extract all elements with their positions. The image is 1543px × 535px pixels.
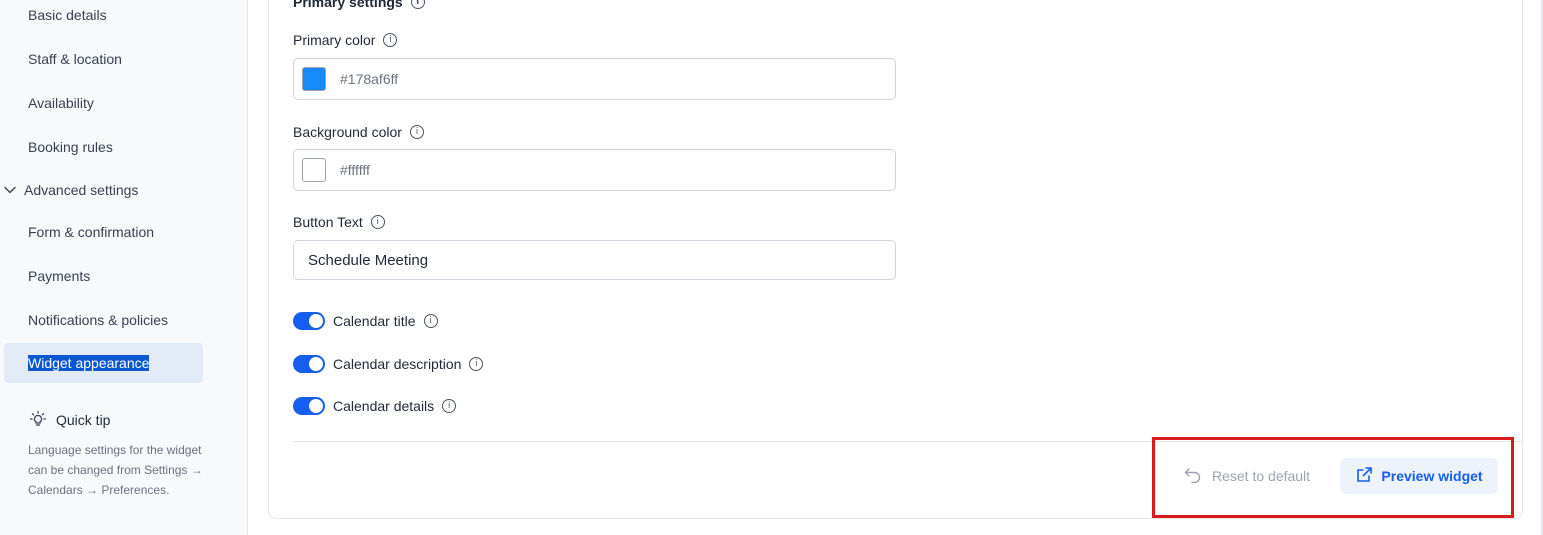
- chevron-down-icon: [0, 186, 20, 194]
- background-color-label: Background color i: [293, 122, 424, 142]
- sidebar-item-booking-rules[interactable]: Booking rules: [4, 127, 203, 167]
- toggle-row-calendar-title: Calendar title i: [293, 311, 438, 331]
- toggle-knob: [309, 357, 323, 371]
- primary-color-field[interactable]: #178af6ff: [293, 58, 896, 100]
- sidebar-item-label: Payments: [28, 268, 91, 284]
- button-text-label: Button Text i: [293, 212, 385, 232]
- preview-label: Preview widget: [1381, 468, 1483, 484]
- sidebar-group-advanced-settings[interactable]: Advanced settings: [0, 178, 138, 202]
- primary-color-label-text: Primary color: [293, 32, 376, 48]
- footer-divider: [293, 441, 1522, 442]
- calendar-details-label: Calendar details: [333, 398, 435, 414]
- reset-label: Reset to default: [1212, 468, 1311, 484]
- section-title-text: Primary settings: [293, 0, 403, 10]
- sidebar-item-label: Booking rules: [28, 139, 113, 155]
- sidebar-item-staff-location[interactable]: Staff & location: [4, 39, 203, 79]
- primary-color-label: Primary color i: [293, 30, 398, 50]
- toggle-knob: [309, 399, 323, 413]
- toggle-row-calendar-details: Calendar details i: [293, 396, 457, 416]
- sidebar: Basic details Staff & location Availabil…: [0, 0, 248, 535]
- background-color-value: #ffffff: [340, 162, 370, 178]
- sidebar-item-basic-details[interactable]: Basic details: [4, 0, 203, 35]
- calendar-description-label: Calendar description: [333, 356, 462, 372]
- quick-tip-header: Quick tip: [28, 408, 208, 432]
- info-icon[interactable]: i: [383, 33, 398, 47]
- sidebar-item-notifications-policies[interactable]: Notifications & policies: [4, 300, 203, 340]
- calendar-title-label: Calendar title: [333, 313, 416, 329]
- sidebar-item-widget-appearance[interactable]: Widget appearance: [4, 343, 203, 383]
- primary-color-swatch[interactable]: [302, 67, 326, 91]
- button-text-input[interactable]: Schedule Meeting: [293, 240, 896, 280]
- lightbulb-icon: [28, 409, 48, 432]
- toggle-knob: [309, 314, 323, 328]
- quick-tip: Quick tip Language settings for the widg…: [28, 408, 208, 500]
- calendar-details-toggle[interactable]: [293, 397, 325, 415]
- sidebar-item-label: Notifications & policies: [28, 312, 169, 328]
- preview-widget-button[interactable]: Preview widget: [1340, 458, 1498, 494]
- undo-icon: [1184, 467, 1202, 486]
- sidebar-item-form-confirmation[interactable]: Form & confirmation: [4, 212, 203, 252]
- section-title: Primary settings i: [293, 0, 425, 12]
- info-icon[interactable]: i: [469, 357, 484, 371]
- primary-color-value: #178af6ff: [340, 71, 399, 87]
- info-icon[interactable]: i: [410, 0, 425, 9]
- button-text-value: Schedule Meeting: [308, 251, 429, 269]
- quick-tip-text: Language settings for the widget can be …: [28, 443, 203, 497]
- background-color-field[interactable]: #ffffff: [293, 149, 896, 191]
- sidebar-item-availability[interactable]: Availability: [4, 83, 203, 123]
- sidebar-item-label: Availability: [28, 95, 94, 111]
- calendar-description-toggle[interactable]: [293, 355, 325, 373]
- background-color-swatch[interactable]: [302, 158, 326, 182]
- sidebar-group-label: Advanced settings: [24, 182, 139, 198]
- info-icon[interactable]: i: [442, 399, 457, 413]
- sidebar-item-label: Form & confirmation: [28, 224, 155, 240]
- calendar-title-toggle[interactable]: [293, 312, 325, 330]
- sidebar-item-label: Staff & location: [28, 51, 122, 67]
- sidebar-item-label: Basic details: [28, 7, 107, 23]
- info-icon[interactable]: i: [423, 314, 438, 328]
- sidebar-item-payments[interactable]: Payments: [4, 256, 203, 296]
- quick-tip-title: Quick tip: [56, 412, 111, 428]
- external-link-icon: [1355, 466, 1373, 487]
- reset-to-default-button[interactable]: Reset to default: [1176, 458, 1318, 494]
- background-color-label-text: Background color: [293, 124, 402, 140]
- button-text-label-text: Button Text: [293, 214, 363, 230]
- toggle-row-calendar-description: Calendar description i: [293, 354, 484, 374]
- info-icon[interactable]: i: [409, 125, 424, 139]
- sidebar-item-label: Widget appearance: [28, 355, 150, 371]
- info-icon[interactable]: i: [370, 215, 385, 229]
